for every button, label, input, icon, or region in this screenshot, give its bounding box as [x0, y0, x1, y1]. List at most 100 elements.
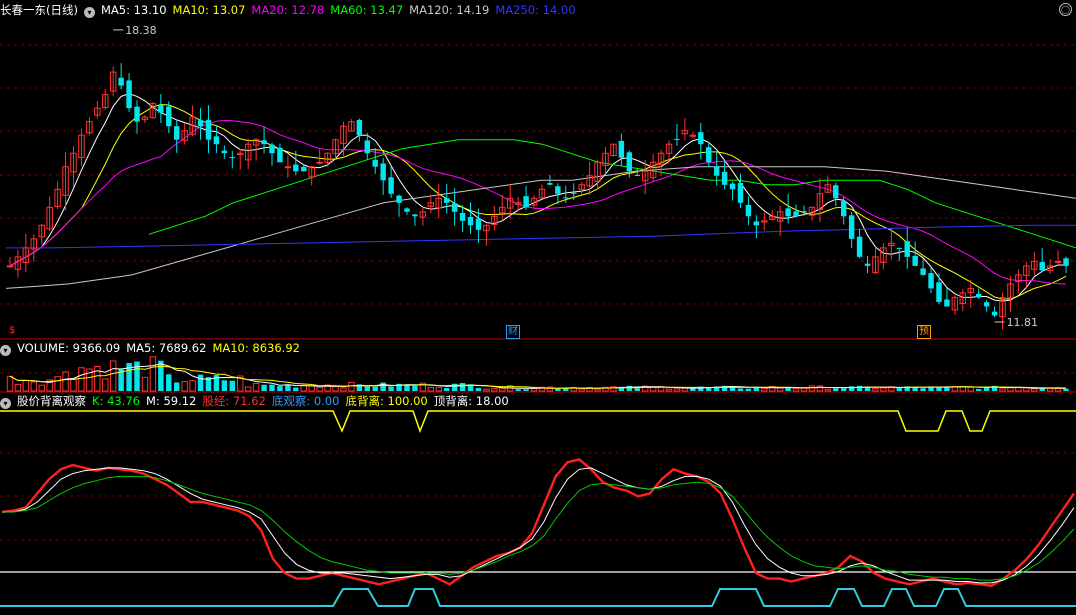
volume-bar — [785, 387, 791, 391]
candle-body — [1039, 261, 1045, 271]
candle-body — [6, 265, 14, 268]
marker-dividend[interactable]: $ — [8, 325, 16, 337]
volume-bar — [1023, 387, 1030, 392]
volume-bar — [78, 367, 85, 392]
volume-bar — [181, 381, 188, 392]
maximize-icon[interactable]: ◯ — [1059, 3, 1072, 16]
candle-body — [705, 147, 712, 163]
volume-bar — [808, 385, 816, 392]
volume-bar — [856, 385, 863, 391]
candle-body — [412, 214, 418, 217]
candle-body — [443, 198, 450, 203]
volume-bar — [189, 380, 196, 392]
candle-body — [205, 119, 212, 140]
candle-body — [920, 268, 926, 275]
osc-label-4: 底背离: 100.00 — [345, 394, 428, 408]
candle-body — [269, 144, 275, 154]
osc-indicators: K: 43.76 M: 59.12 股经: 71.62 底观察: 0.00 底背离: 1… — [92, 394, 515, 408]
candle-body — [396, 195, 402, 203]
candle-body — [856, 236, 863, 257]
osc-header: ▾ 股价背离观察 K: 43.76 M: 59.12 股经: 71.62 底观察: 0.0… — [0, 393, 521, 409]
volume-bar — [912, 387, 918, 391]
volume-bar — [348, 381, 355, 392]
volume-bar — [197, 374, 204, 391]
volume-bar — [269, 384, 275, 391]
candle-body — [1054, 260, 1062, 263]
volume-bar — [62, 371, 69, 392]
candle-body — [364, 140, 371, 154]
volume-bar — [1015, 387, 1022, 392]
candle-body — [626, 152, 633, 172]
volume-bar — [261, 384, 267, 391]
candle-body — [523, 196, 529, 208]
grid-lines — [0, 44, 1076, 541]
stock-title[interactable]: 长春一东(日线) — [0, 3, 78, 17]
volume-bar — [523, 389, 529, 391]
volume-bar — [499, 387, 506, 392]
volume-bar — [293, 387, 299, 391]
volume-title[interactable]: VOLUME: 9366.09 — [17, 341, 120, 355]
volume-bar — [816, 385, 824, 392]
volume-bar — [840, 388, 847, 391]
volume-bar — [134, 361, 140, 391]
candle-body — [991, 311, 998, 316]
volume-bar — [229, 380, 236, 391]
volume-bar — [300, 384, 307, 392]
osc-k-line — [2, 475, 1075, 581]
volume-bar — [792, 387, 800, 392]
volume-bar — [277, 386, 283, 391]
candle-body — [975, 293, 982, 298]
volume-bar — [578, 388, 585, 392]
volume-bar — [30, 381, 38, 392]
price-annotations: 18.38 11.81 — [113, 24, 1038, 329]
marker-forecast[interactable]: 预 — [917, 325, 931, 339]
volume-bar — [141, 376, 149, 392]
candle-body — [801, 211, 807, 213]
candle-body — [221, 150, 228, 154]
candle-body — [713, 166, 720, 176]
candle-body — [380, 163, 386, 181]
ma10-line — [9, 103, 1067, 300]
volume-bar — [530, 387, 538, 392]
candle-body — [785, 208, 791, 217]
candle-body — [301, 166, 307, 172]
volume-bar — [665, 388, 673, 392]
dropdown-icon[interactable]: ▾ — [0, 345, 11, 356]
candle-body — [316, 161, 323, 164]
candle-body — [833, 185, 839, 199]
candle-body — [547, 183, 553, 185]
osc-label-1: M: 59.12 — [146, 394, 197, 408]
osc-title[interactable]: 股价背离观察 — [17, 394, 86, 408]
dropdown-icon[interactable]: ▾ — [83, 7, 95, 18]
osc-label-2: 股经: 71.62 — [202, 394, 266, 408]
candle-body — [848, 215, 855, 239]
volume-bar — [38, 384, 45, 392]
volume-bar — [173, 382, 180, 391]
volume-bar — [634, 388, 640, 391]
volume-bar — [594, 388, 601, 392]
candle-body — [229, 157, 236, 159]
stock-chart: 18.38 11.81 — [0, 24, 1076, 607]
volume-header: ▾ VOLUME: 9366.09 MA5: 7689.62 MA10: 8636.9… — [0, 340, 312, 356]
dropdown-icon[interactable]: ▾ — [0, 398, 11, 409]
candle-body — [555, 186, 561, 194]
volume-bar — [109, 360, 117, 392]
volume-bar — [158, 360, 164, 391]
volume-bar — [483, 388, 490, 392]
candle-body — [166, 106, 172, 127]
volume-bar — [372, 386, 378, 391]
candle-body — [864, 263, 871, 266]
volume-bar — [920, 388, 926, 391]
ma-label-4: MA120: 14.19 — [409, 3, 490, 17]
candle-body — [571, 192, 577, 194]
volume-bar — [443, 388, 450, 391]
candle-body — [753, 221, 760, 226]
volume-bar — [848, 386, 855, 391]
volume-bar — [388, 386, 394, 391]
candle-body — [896, 247, 903, 249]
volume-bar — [308, 385, 315, 392]
volume-bar — [412, 385, 418, 391]
volume-bar — [54, 376, 61, 392]
volume-bar — [332, 386, 339, 392]
marker-finance[interactable]: 财 — [506, 325, 520, 339]
